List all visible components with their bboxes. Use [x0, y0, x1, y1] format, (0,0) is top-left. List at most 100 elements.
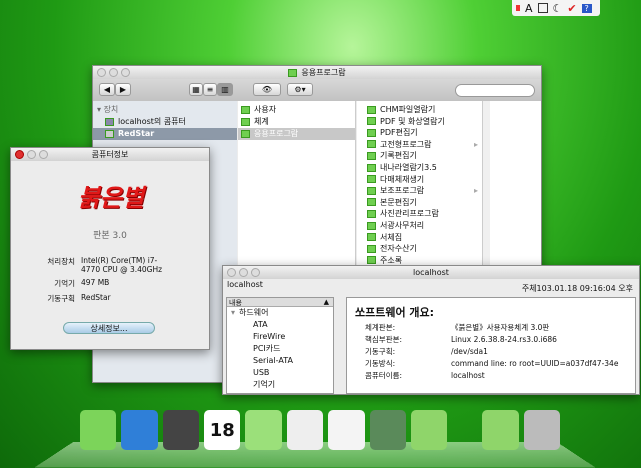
detail-label: 체계판본:: [365, 323, 396, 332]
calculator-icon[interactable]: [328, 410, 365, 450]
search-input[interactable]: [455, 84, 535, 97]
address-book-icon[interactable]: [245, 410, 282, 450]
sysinfo-window: localhost localhost 주체103.01.18 09:16:04…: [222, 265, 640, 395]
app-item[interactable]: 사진관리프로그람: [357, 208, 482, 219]
app-item[interactable]: 보조프로그람 ▸: [357, 185, 482, 196]
sysinfo-titlebar[interactable]: localhost: [223, 266, 639, 279]
detail-label: 콤퓨터이름:: [365, 371, 403, 380]
spec-value: 497 MB: [81, 278, 110, 287]
image-viewer-icon[interactable]: [286, 410, 324, 450]
tree-item[interactable]: ▾ 하드웨어: [227, 307, 333, 319]
tree-header-label: 내용: [229, 299, 242, 307]
detail-label: 핵심부판본:: [365, 335, 403, 344]
minimize-button[interactable]: [27, 150, 36, 159]
app-item[interactable]: 전자수산기: [357, 243, 482, 254]
app-label: 보조프로그람: [380, 186, 425, 196]
redstar-logo: 붉은별: [77, 184, 145, 212]
tree-item[interactable]: FireWire: [227, 331, 333, 343]
icon-view-button[interactable]: ▦: [189, 83, 203, 96]
app-item[interactable]: 다매체재생기: [357, 174, 482, 185]
chevron-right-icon: ▸: [473, 186, 478, 196]
forward-button[interactable]: ▶: [115, 83, 131, 96]
book-icon[interactable]: [537, 3, 548, 13]
app-item[interactable]: 서체집: [357, 232, 482, 243]
tree-item[interactable]: USB: [227, 367, 333, 379]
version-label: 판본 3.0: [93, 231, 127, 241]
sysinfo-title: localhost: [413, 268, 449, 277]
spec-value: Intel(R) Core(TM) i7-4770 CPU @ 3.40GHz: [81, 256, 163, 274]
detail-row: 기동방식: command line: ro root=UUID=a037df47…: [365, 358, 618, 369]
disclosure-icon[interactable]: ▾: [231, 308, 235, 317]
close-button[interactable]: [97, 68, 106, 77]
volume-icon[interactable]: ☾: [553, 2, 563, 15]
list-view-button[interactable]: ≡: [203, 83, 217, 96]
sidebar-section-devices[interactable]: ▾ 장치: [93, 104, 237, 116]
system-tools-icon[interactable]: [369, 410, 406, 450]
help-memory-icon[interactable]: [410, 410, 448, 450]
tree-item[interactable]: ATA: [227, 319, 333, 331]
check-icon[interactable]: ✔: [567, 2, 576, 15]
back-button[interactable]: ◀: [99, 83, 115, 96]
zoom-button[interactable]: [39, 150, 48, 159]
sidebar-item-label: localhost의 콤퓨터: [118, 117, 186, 126]
video-player-icon[interactable]: [162, 410, 200, 450]
zoom-button[interactable]: [121, 68, 130, 77]
tree-item[interactable]: 기억기: [227, 379, 333, 391]
quick-look-button[interactable]: 👁: [253, 83, 281, 96]
folder-icon: [241, 129, 250, 138]
tree-item[interactable]: PCI카드: [227, 343, 333, 355]
font-icon[interactable]: A: [525, 2, 533, 15]
column-item-selected[interactable]: 응용프로그람: [238, 128, 355, 140]
app-icon: [367, 128, 376, 137]
column-item[interactable]: 체계: [238, 116, 355, 128]
app-item[interactable]: 기록편집기: [357, 150, 482, 161]
app-item[interactable]: 내나라열람기3.5: [357, 162, 482, 173]
finder-titlebar[interactable]: 응용프로그람: [93, 66, 541, 79]
trash-icon[interactable]: [523, 410, 560, 450]
app-label: PDF편집기: [380, 128, 418, 138]
spec-label: 처리장치: [47, 257, 75, 266]
sidebar-item-computer[interactable]: localhost의 콤퓨터: [93, 116, 237, 128]
column-item[interactable]: 사용자: [238, 104, 355, 116]
app-label: 고전형프로그람: [380, 139, 432, 149]
item-label: 응용프로그람: [254, 129, 299, 138]
sidebar-item-redstar[interactable]: RedStar: [93, 128, 237, 140]
tree-label: 하드웨어: [239, 308, 269, 317]
about-titlebar[interactable]: 콤퓨터정보: [11, 148, 209, 161]
column-view-button[interactable]: ▥: [217, 83, 233, 96]
files-icon[interactable]: [80, 410, 117, 450]
help-icon[interactable]: ?: [581, 3, 592, 13]
close-button[interactable]: [227, 268, 236, 277]
tree-header[interactable]: 내용 ▲: [227, 298, 333, 307]
drive-icon: [105, 129, 114, 138]
tree-label: Serial-ATA: [253, 356, 293, 365]
zoom-button[interactable]: [251, 268, 260, 277]
app-item[interactable]: PDF편집기: [357, 127, 482, 138]
app-item[interactable]: 서광사무처리: [357, 220, 482, 231]
minimize-button[interactable]: [109, 68, 118, 77]
action-menu-button[interactable]: ⚙▾: [287, 83, 313, 96]
close-button[interactable]: [15, 150, 24, 159]
detail-row: 콤퓨터이름: localhost: [365, 370, 485, 381]
host-label: localhost: [227, 280, 263, 289]
detail-value: /dev/sda1: [451, 347, 488, 356]
documents-folder-icon[interactable]: [482, 410, 519, 450]
input-icon[interactable]: [516, 5, 520, 11]
more-info-button[interactable]: 상세정보...: [63, 322, 155, 334]
tree-label: 기억기: [253, 380, 276, 389]
minimize-button[interactable]: [239, 268, 248, 277]
browser-globe-icon[interactable]: [121, 410, 158, 450]
app-label: 전자수산기: [380, 244, 417, 254]
app-label: 본문편집기: [380, 197, 417, 207]
spec-row: 처리장치 Intel(R) Core(TM) i7-4770 CPU @ 3.40…: [11, 256, 209, 274]
folder-icon: [241, 117, 250, 126]
app-item[interactable]: PDF 및 화상열람기: [357, 116, 482, 127]
app-label: 기록편집기: [380, 151, 417, 161]
app-item[interactable]: 본문편집기: [357, 197, 482, 208]
detail-row: 핵심부판본: Linux 2.6.38.8-24.rs3.0.i686: [365, 334, 557, 345]
app-item[interactable]: 고전형프로그람 ▸: [357, 139, 482, 150]
calendar-icon[interactable]: 18: [204, 410, 241, 450]
tree-item[interactable]: Serial-ATA: [227, 355, 333, 367]
app-item[interactable]: CHM파일열람기: [357, 104, 482, 115]
detail-label: 기동구획:: [365, 347, 396, 356]
